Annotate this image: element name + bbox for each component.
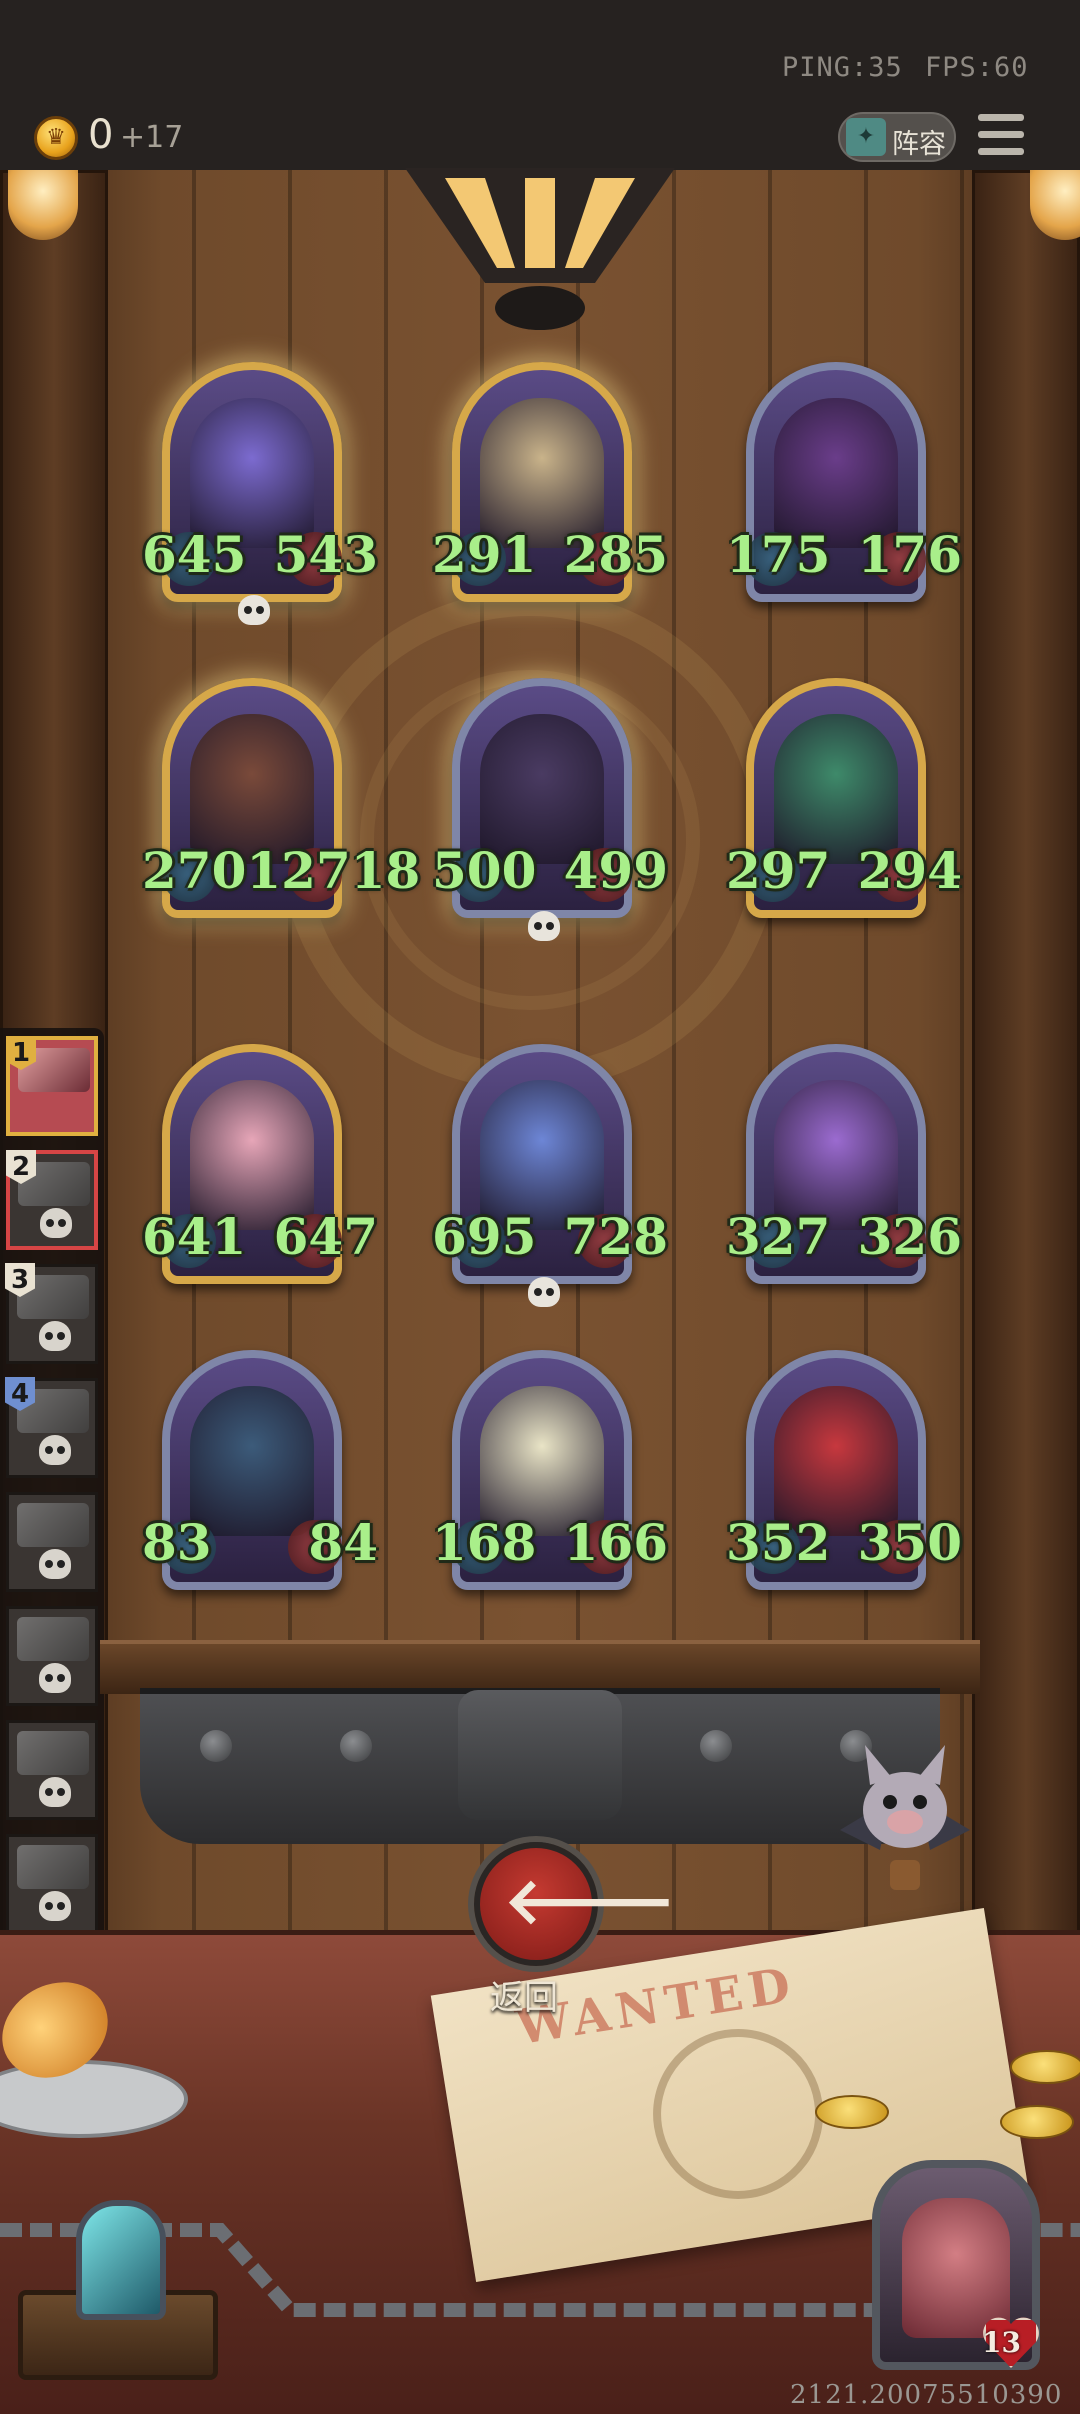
opponent-slot[interactable]: 2 bbox=[6, 1150, 98, 1250]
minion-health: 166 bbox=[563, 1513, 668, 1572]
shelf bbox=[100, 1640, 980, 1694]
minion-attack: 645 bbox=[142, 525, 247, 584]
coin-bonus: +17 bbox=[120, 120, 184, 155]
build-id: 2121.20075510390 bbox=[790, 2380, 1063, 2410]
opponent-slot[interactable]: 1 bbox=[6, 1036, 98, 1136]
minion-attack: 327 bbox=[726, 1207, 831, 1266]
book-icon: ✦ bbox=[846, 118, 886, 156]
lineup-label: 阵容 bbox=[892, 129, 946, 160]
skull-icon bbox=[238, 595, 270, 625]
minion-card-butterfly[interactable]: 175 176 bbox=[726, 362, 962, 602]
crystal-icon bbox=[76, 2200, 166, 2320]
back-arrow-icon: 🡐 bbox=[504, 1865, 676, 1939]
shop-portal-button[interactable] bbox=[18, 2170, 218, 2385]
back-button[interactable]: 🡐 bbox=[474, 1842, 676, 1966]
opponent-portrait-icon bbox=[17, 1617, 89, 1661]
minion-card-clown-puppet[interactable]: 352 350 bbox=[726, 1350, 962, 1590]
opponent-slot[interactable]: 4 bbox=[5, 1377, 98, 1478]
left-sconce-icon bbox=[8, 170, 78, 240]
minion-attack: 500 bbox=[432, 841, 537, 900]
player-health: 13 bbox=[982, 2326, 1021, 2359]
gold-coin-icon bbox=[1000, 2105, 1074, 2139]
rivet-icon bbox=[700, 1730, 732, 1762]
minion-health: 176 bbox=[857, 525, 962, 584]
poster-seal-icon bbox=[640, 2016, 836, 2212]
minion-card-green-witch[interactable]: 327 326 bbox=[726, 1044, 962, 1284]
minion-card-horned-elf[interactable]: 500 499 bbox=[432, 678, 668, 941]
minion-card-flower-fairy[interactable]: 641 647 bbox=[142, 1044, 378, 1284]
rivet-icon bbox=[340, 1730, 372, 1762]
minion-attack: 695 bbox=[432, 1207, 537, 1266]
minion-attack: 175 bbox=[726, 525, 831, 584]
minion-card-boar[interactable]: 2701 2718 bbox=[142, 678, 420, 918]
minion-attack: 291 bbox=[432, 525, 537, 584]
trough-hinge bbox=[458, 1690, 622, 1820]
minion-health: 285 bbox=[563, 525, 668, 584]
minion-health: 84 bbox=[308, 1513, 378, 1572]
opponent-portrait-icon bbox=[17, 1845, 89, 1889]
skull-icon bbox=[39, 1891, 71, 1921]
crown-coin-icon: ♛ bbox=[34, 116, 78, 160]
gold-coin-icon bbox=[1010, 2050, 1080, 2084]
back-button-label: 返回 bbox=[490, 1978, 558, 2018]
gold-coin-icon bbox=[815, 2095, 889, 2129]
minion-health: 326 bbox=[857, 1207, 962, 1266]
skull-icon bbox=[39, 1435, 71, 1465]
minion-attack: 168 bbox=[432, 1513, 537, 1572]
minion-attack: 83 bbox=[142, 1513, 212, 1572]
minion-card-snake[interactable]: 297 294 bbox=[726, 678, 962, 918]
player-hero-icon bbox=[902, 2198, 1010, 2338]
minion-attack: 297 bbox=[726, 841, 831, 900]
minion-card-blue-haired-maiden[interactable]: 695 728 bbox=[432, 1044, 668, 1307]
skull-icon bbox=[39, 1777, 71, 1807]
hamburger-menu-icon[interactable] bbox=[974, 110, 1028, 160]
opponent-portrait-icon bbox=[17, 1503, 89, 1547]
skull-icon bbox=[40, 1208, 72, 1238]
minion-health: 543 bbox=[273, 525, 378, 584]
minion-health: 499 bbox=[563, 841, 668, 900]
opponent-slot[interactable] bbox=[6, 1834, 98, 1934]
minion-card-pelican-creature[interactable]: 645 543 bbox=[142, 362, 378, 625]
ping-readout: PING:35 bbox=[782, 52, 903, 83]
opponent-slot[interactable] bbox=[6, 1606, 98, 1706]
minion-card-dark-elf[interactable]: 83 84 bbox=[142, 1350, 378, 1590]
fps-readout: FPS:60 bbox=[925, 52, 1029, 83]
minion-health: 2718 bbox=[281, 841, 421, 900]
minion-health: 350 bbox=[857, 1513, 962, 1572]
minion-health: 294 bbox=[857, 841, 962, 900]
lineup-button[interactable]: ✦ 阵容 bbox=[838, 112, 956, 162]
skull-icon bbox=[528, 911, 560, 941]
opponent-slot[interactable] bbox=[6, 1720, 98, 1820]
bat-mascot-icon bbox=[840, 1745, 970, 1890]
coin-count: 0 bbox=[88, 112, 114, 158]
minion-attack: 2701 bbox=[142, 841, 282, 900]
right-pillar bbox=[972, 170, 1080, 1960]
minion-health: 647 bbox=[273, 1207, 378, 1266]
ceiling-lamp-icon bbox=[405, 168, 675, 330]
skull-icon bbox=[39, 1549, 71, 1579]
minion-attack: 641 bbox=[142, 1207, 247, 1266]
minion-health: 728 bbox=[563, 1207, 668, 1266]
opponent-portrait-icon bbox=[17, 1731, 89, 1775]
rivet-icon bbox=[200, 1730, 232, 1762]
skull-icon bbox=[39, 1321, 71, 1351]
minion-card-singing-daisies[interactable]: 168 166 bbox=[432, 1350, 668, 1590]
minion-attack: 352 bbox=[726, 1513, 831, 1572]
skull-icon bbox=[39, 1663, 71, 1693]
opponent-slot[interactable]: 3 bbox=[5, 1263, 98, 1364]
minion-card-cow-dog[interactable]: 291 285 bbox=[432, 362, 668, 602]
skull-icon bbox=[528, 1277, 560, 1307]
opponent-slot[interactable] bbox=[6, 1492, 98, 1592]
